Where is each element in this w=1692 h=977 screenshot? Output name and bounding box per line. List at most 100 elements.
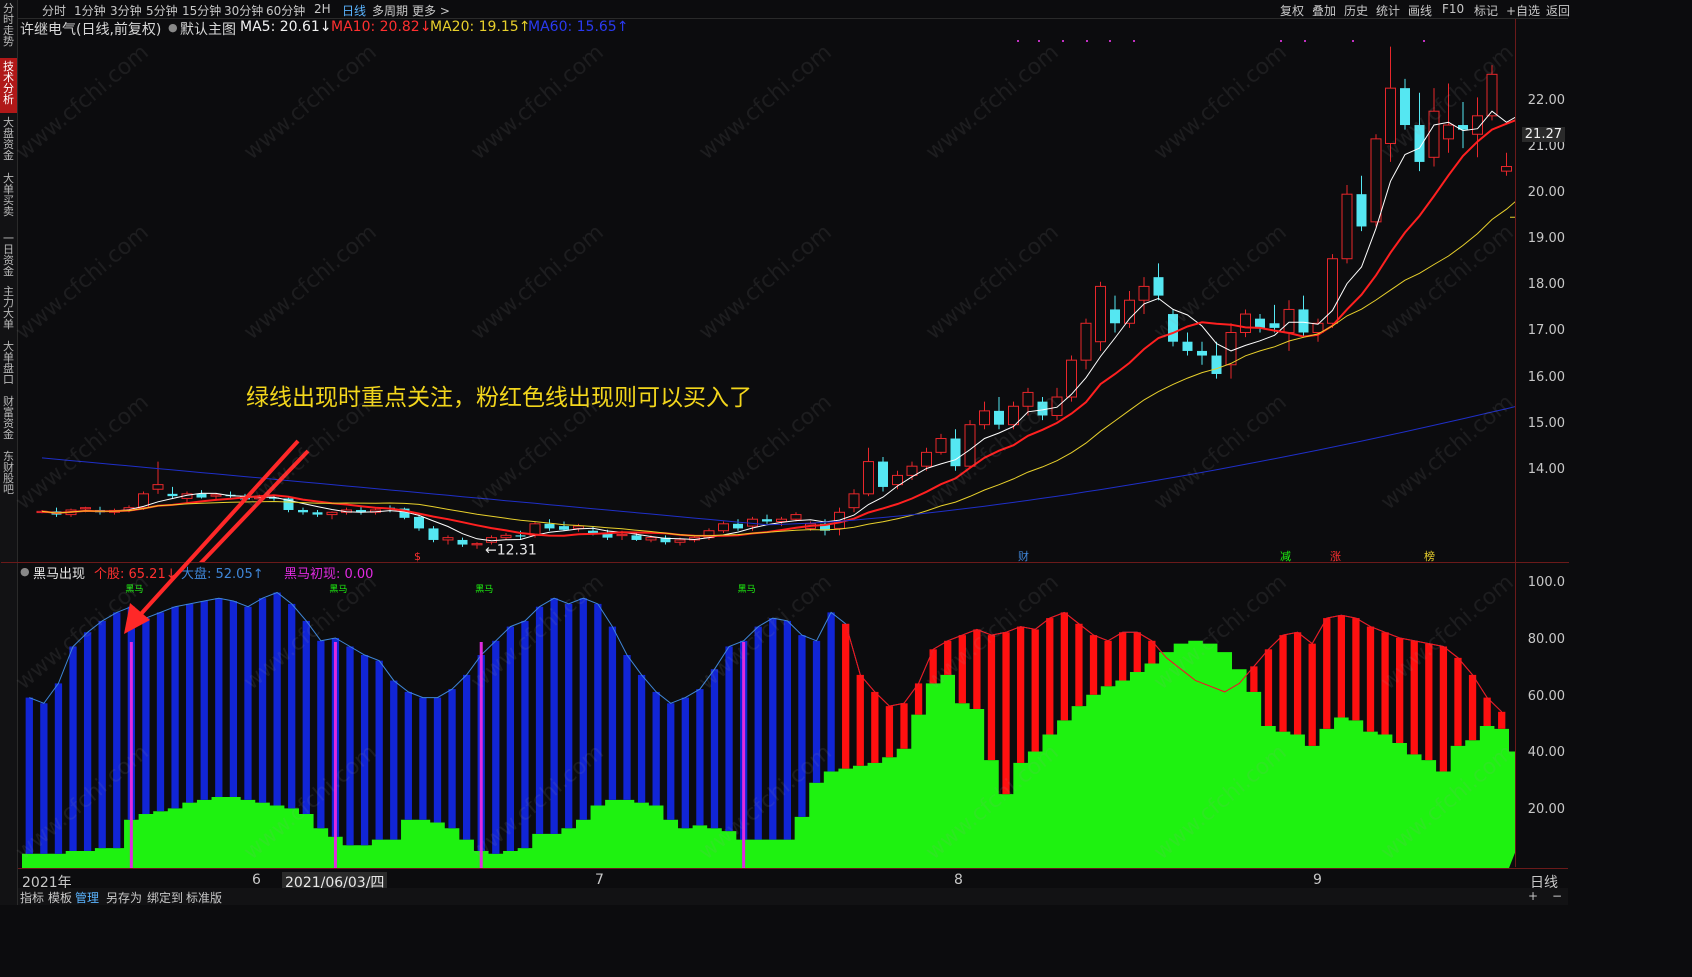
stock-bar: [404, 691, 412, 820]
stock-bar: [1002, 632, 1010, 795]
bottom-tab-0[interactable]: 指标: [20, 889, 44, 906]
stock-bar: [215, 598, 223, 797]
stock-bar: [1366, 626, 1375, 732]
price-tick-label: 18.00: [1527, 277, 1565, 293]
sidebar-item-0[interactable]: 分时走势: [0, 0, 17, 57]
period-tab-8[interactable]: 日线: [342, 2, 366, 19]
stock-bar: [521, 620, 529, 849]
candle: [1168, 309, 1178, 347]
stock-bar: [1279, 635, 1287, 732]
sidebar-item-7[interactable]: 财富资金: [0, 393, 17, 447]
stock-bar: [1031, 629, 1039, 752]
candle: [718, 521, 729, 534]
left-sidebar: 分时走势 技术分析 大盘资金 大单买卖 一日资金 主力大单 大单盘口 财富资金 东财股吧: [0, 0, 18, 905]
candlestick-chart[interactable]: 23.57←12.31$财减涨榜: [18, 19, 1515, 563]
price-tick-label: 16.00: [1527, 369, 1565, 385]
toolbar-button-3[interactable]: 统计: [1376, 2, 1400, 19]
candle: [878, 456, 888, 492]
stock-bar: [244, 606, 252, 800]
signal-label: 黑马: [475, 584, 493, 595]
bottom-tab-2[interactable]: 管理: [75, 889, 99, 906]
date-axis: 2021年 6 2021/06/03/四 7 8 9 日线: [18, 868, 1568, 892]
period-tab-5[interactable]: 30分钟: [224, 2, 263, 19]
stock-bar: [229, 601, 238, 797]
period-tab-10[interactable]: 更多 >: [412, 2, 450, 19]
bottom-tab-1[interactable]: 模板: [48, 889, 72, 906]
candle: [979, 401, 990, 430]
period-tab-2[interactable]: 3分钟: [110, 2, 142, 19]
bottom-tab-4[interactable]: 绑定到: [147, 889, 183, 906]
period-tab-0[interactable]: 分时: [42, 2, 66, 19]
period-tab-1[interactable]: 1分钟: [74, 2, 106, 19]
stock-bar: [462, 674, 471, 840]
stock-bar: [98, 620, 106, 849]
sidebar-item-5[interactable]: 主力大单: [0, 283, 17, 337]
toolbar-button-4[interactable]: 画线: [1408, 2, 1432, 19]
current-price-label: 21.27: [1521, 126, 1565, 142]
stock-bar: [1293, 632, 1302, 735]
stock-bar: [1046, 618, 1054, 735]
signal-label: 黑马: [329, 584, 347, 595]
candle: [1501, 152, 1512, 176]
candle: [1400, 78, 1410, 130]
stock-bar: [171, 606, 179, 809]
stock-bar: [769, 618, 777, 840]
candle: [500, 533, 512, 540]
stock-bar: [535, 606, 544, 834]
candle: [283, 496, 294, 513]
candle: [848, 489, 860, 513]
sidebar-item-3[interactable]: 大单买卖: [0, 170, 17, 229]
sidebar-item-1[interactable]: 技术分析: [0, 58, 17, 113]
toolbar-button-0[interactable]: 复权: [1280, 2, 1304, 19]
toolbar-button-2[interactable]: 历史: [1344, 2, 1368, 19]
top-marker-dot: [1086, 40, 1088, 42]
bottom-toolbar: 指标 模板 管理 另存为 绑定到 标准版 + −: [18, 888, 1568, 905]
stock-bar: [1425, 643, 1433, 761]
period-tab-7[interactable]: 2H: [314, 2, 331, 16]
bottom-tab-5[interactable]: 标准版: [186, 889, 222, 906]
stock-bar: [652, 691, 660, 806]
stock-bar: [681, 697, 689, 829]
toolbar-button-5[interactable]: F10: [1442, 2, 1464, 16]
stock-bar: [667, 703, 675, 820]
toolbar-button-7[interactable]: +自选: [1506, 2, 1540, 19]
toolbar-button-6[interactable]: 标记: [1474, 2, 1498, 19]
candle: [559, 521, 569, 531]
stock-bar: [1250, 666, 1258, 692]
ma60-line: [41, 406, 1515, 526]
stock-bar: [1498, 711, 1506, 729]
sidebar-item-8[interactable]: 东财股吧: [0, 448, 17, 501]
indicator-chart[interactable]: 黑马 黑马 黑马 黑马: [18, 580, 1515, 868]
period-tab-6[interactable]: 60分钟: [266, 2, 305, 19]
period-tab-4[interactable]: 15分钟: [182, 2, 221, 19]
top-marker-dot: [1280, 40, 1282, 42]
ma20-line: [41, 201, 1515, 537]
stock-bar: [156, 612, 165, 812]
stock-bar: [710, 669, 719, 829]
period-tab-3[interactable]: 5分钟: [146, 2, 178, 19]
zoom-out-icon[interactable]: −: [1552, 889, 1562, 903]
x-label-september: 9: [1313, 872, 1322, 888]
stock-bar: [1381, 632, 1389, 735]
period-tab-9[interactable]: 多周期: [372, 2, 408, 19]
stock-bar: [69, 646, 77, 851]
candle: [471, 542, 483, 549]
candle: [167, 486, 178, 499]
sidebar-item-4[interactable]: 一日资金: [0, 230, 17, 283]
event-marker[interactable]: 榜: [1424, 549, 1435, 563]
stock-bar: [1308, 643, 1316, 746]
candle: [1095, 281, 1106, 351]
stock-bar: [987, 635, 996, 761]
stock-bar: [1075, 623, 1083, 707]
indicator-tick-label: 60.00: [1527, 688, 1565, 704]
stock-bar: [783, 620, 792, 840]
zoom-in-icon[interactable]: +: [1528, 889, 1538, 903]
sidebar-item-6[interactable]: 大单盘口: [0, 338, 17, 392]
stock-bar: [1119, 632, 1127, 681]
bottom-tab-3[interactable]: 另存为: [106, 889, 142, 906]
price-tick-label: 19.00: [1527, 231, 1565, 247]
toolbar-button-1[interactable]: 叠加: [1312, 2, 1336, 19]
event-marker[interactable]: 财: [1018, 549, 1029, 563]
toolbar-button-8[interactable]: 返回: [1546, 2, 1570, 19]
sidebar-item-2[interactable]: 大盘资金: [0, 114, 17, 169]
